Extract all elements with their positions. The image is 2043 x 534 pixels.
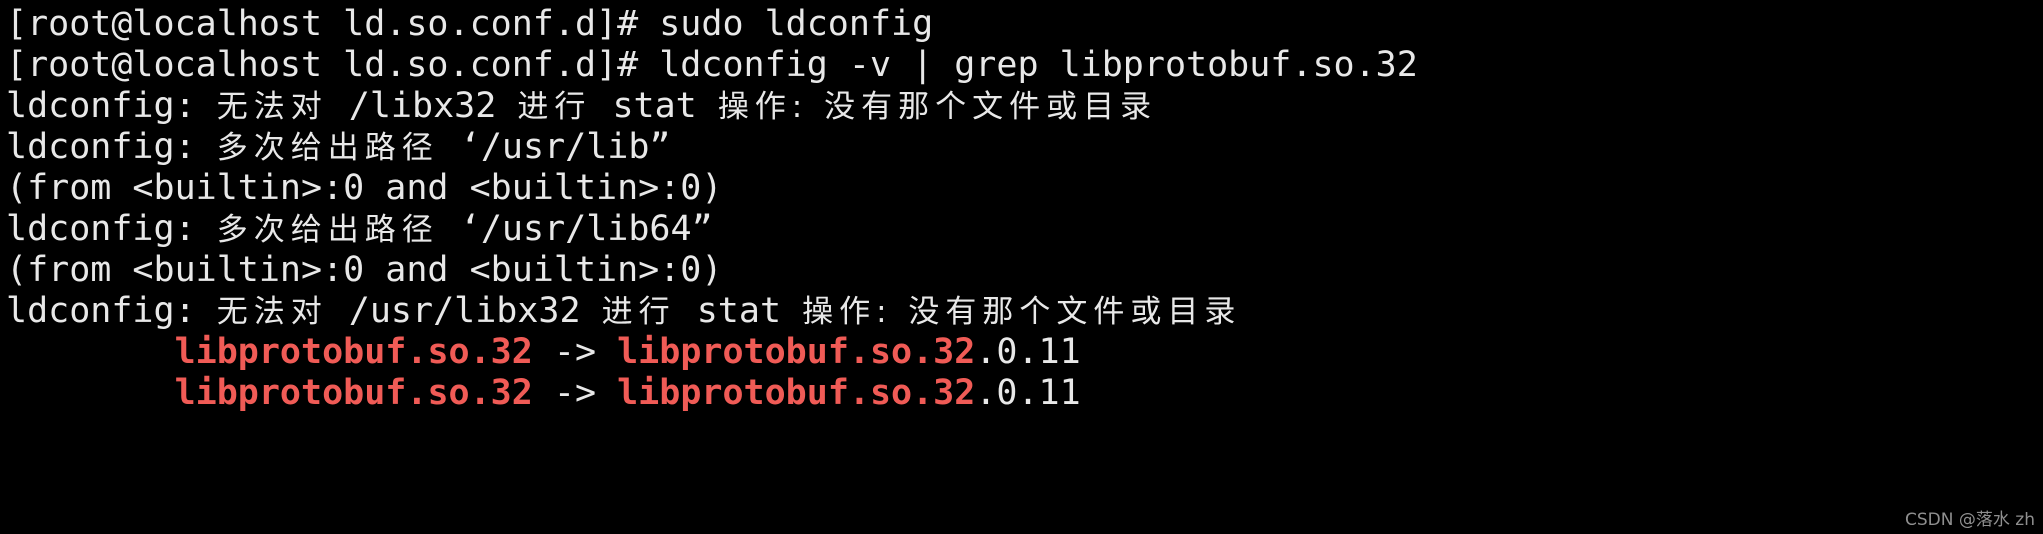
line-9-grep-match: libprotobuf.so.32 -> libprotobuf.so.32.0…: [6, 332, 2043, 373]
terminal-output: [root@localhost ld.so.conf.d]# sudo ldco…: [0, 0, 2043, 414]
line-10-grep-match-seg-2: ->: [532, 373, 618, 413]
line-4-duplicate-path-usr-lib-seg-2: ‘/usr/lib”: [438, 127, 671, 167]
line-8-stat-error-usr-libx32-seg-3: 进行: [601, 294, 676, 330]
line-4-duplicate-path-usr-lib-seg-0: ldconfig:: [6, 127, 217, 167]
line-8-stat-error-usr-libx32-seg-0: ldconfig:: [6, 291, 217, 331]
line-8-stat-error-usr-libx32-seg-4: stat: [675, 291, 803, 331]
line-9-grep-match-seg-4: .0.11: [975, 332, 1081, 372]
line-9-grep-match-seg-0: [6, 332, 175, 372]
line-1-command-seg-0: [root@localhost ld.so.conf.d]# sudo ldco…: [6, 4, 934, 44]
line-1-command: [root@localhost ld.so.conf.d]# sudo ldco…: [6, 4, 2043, 45]
line-3-stat-error-libx32-seg-0: ldconfig:: [6, 86, 217, 126]
line-8-stat-error-usr-libx32: ldconfig: 无法对 /usr/libx32 进行 stat 操作: 没有…: [6, 291, 2043, 332]
line-8-stat-error-usr-libx32-seg-2: /usr/libx32: [327, 291, 602, 331]
line-7-from-builtin: (from <builtin>:0 and <builtin>:0): [6, 250, 2043, 291]
line-4-duplicate-path-usr-lib: ldconfig: 多次给出路径 ‘/usr/lib”: [6, 127, 2043, 168]
line-7-from-builtin-seg-0: (from <builtin>:0 and <builtin>:0): [6, 250, 723, 290]
line-2-command-seg-0: [root@localhost ld.so.conf.d]# ldconfig …: [6, 45, 1418, 85]
line-10-grep-match-seg-4: .0.11: [975, 373, 1081, 413]
line-9-grep-match-seg-3: libprotobuf.so.32: [617, 332, 976, 372]
line-6-duplicate-path-usr-lib64-seg-1: 多次给出路径: [216, 212, 439, 248]
line-5-from-builtin: (from <builtin>:0 and <builtin>:0): [6, 168, 2043, 209]
line-10-grep-match-seg-3: libprotobuf.so.32: [617, 373, 976, 413]
line-8-stat-error-usr-libx32-seg-1: 无法对: [216, 294, 328, 330]
line-9-grep-match-seg-2: ->: [532, 332, 618, 372]
line-10-grep-match: libprotobuf.so.32 -> libprotobuf.so.32.0…: [6, 373, 2043, 414]
line-3-stat-error-libx32-seg-3: 进行: [517, 89, 592, 125]
line-5-from-builtin-seg-0: (from <builtin>:0 and <builtin>:0): [6, 168, 723, 208]
line-10-grep-match-seg-1: libprotobuf.so.32: [174, 373, 533, 413]
line-6-duplicate-path-usr-lib64-seg-2: ‘/usr/lib64”: [438, 209, 713, 249]
terminal-window[interactable]: [root@localhost ld.so.conf.d]# sudo ldco…: [0, 0, 2043, 534]
csdn-watermark: CSDN @落水 zh: [1905, 510, 2035, 530]
line-8-stat-error-usr-libx32-seg-5: 操作: 没有那个文件或目录: [802, 294, 1242, 330]
line-10-grep-match-seg-0: [6, 373, 175, 413]
line-6-duplicate-path-usr-lib64: ldconfig: 多次给出路径 ‘/usr/lib64”: [6, 209, 2043, 250]
line-6-duplicate-path-usr-lib64-seg-0: ldconfig:: [6, 209, 217, 249]
line-9-grep-match-seg-1: libprotobuf.so.32: [174, 332, 533, 372]
line-4-duplicate-path-usr-lib-seg-1: 多次给出路径: [216, 130, 439, 166]
line-3-stat-error-libx32-seg-2: /libx32: [327, 86, 518, 126]
line-3-stat-error-libx32: ldconfig: 无法对 /libx32 进行 stat 操作: 没有那个文件…: [6, 86, 2043, 127]
line-2-command: [root@localhost ld.so.conf.d]# ldconfig …: [6, 45, 2043, 86]
line-3-stat-error-libx32-seg-1: 无法对: [216, 89, 328, 125]
line-3-stat-error-libx32-seg-4: stat: [591, 86, 718, 126]
line-3-stat-error-libx32-seg-5: 操作: 没有那个文件或目录: [717, 89, 1158, 125]
